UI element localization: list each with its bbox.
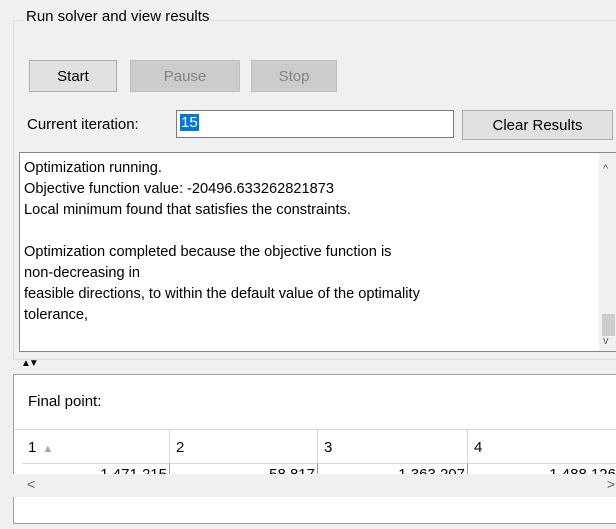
column-header-4[interactable]: 4 (468, 430, 616, 463)
column-header-1[interactable]: 1 ▲ (22, 430, 170, 463)
scroll-down-icon[interactable]: v (603, 335, 609, 347)
stop-button[interactable]: Stop (251, 60, 337, 92)
sort-ascending-icon: ▲ (42, 443, 54, 455)
start-button[interactable]: Start (29, 60, 117, 92)
current-iteration-value: 15 (180, 114, 199, 131)
solver-output-log[interactable]: Optimization running. Objective function… (19, 152, 616, 352)
scroll-left-icon[interactable]: < (27, 476, 35, 492)
column-header-label: 1 (28, 439, 37, 456)
final-point-label: Final point: (28, 393, 102, 410)
log-text: Optimization running. Objective function… (24, 160, 420, 323)
final-point-panel: Final point: 1▲ 2 3 4 1.471,215 58,817 1… (13, 374, 616, 524)
scroll-right-icon[interactable]: > (607, 476, 615, 492)
column-header-2[interactable]: 2 (170, 430, 318, 463)
horizontal-scrollbar[interactable]: < > (13, 474, 616, 497)
group-title: Run solver and view results (24, 8, 212, 25)
scroll-up-icon[interactable]: ^ (603, 163, 608, 175)
scroll-thumb[interactable] (602, 314, 615, 336)
splitter-arrows-icon[interactable]: ▲▼ (21, 358, 39, 369)
column-header-3[interactable]: 3 (318, 430, 468, 463)
current-iteration-label: Current iteration: (27, 116, 139, 133)
current-iteration-field[interactable]: 15 (176, 110, 454, 138)
log-vertical-scrollbar[interactable]: ^ v (599, 153, 616, 351)
pause-button[interactable]: Pause (130, 60, 240, 92)
clear-results-button[interactable]: Clear Results (462, 110, 613, 140)
